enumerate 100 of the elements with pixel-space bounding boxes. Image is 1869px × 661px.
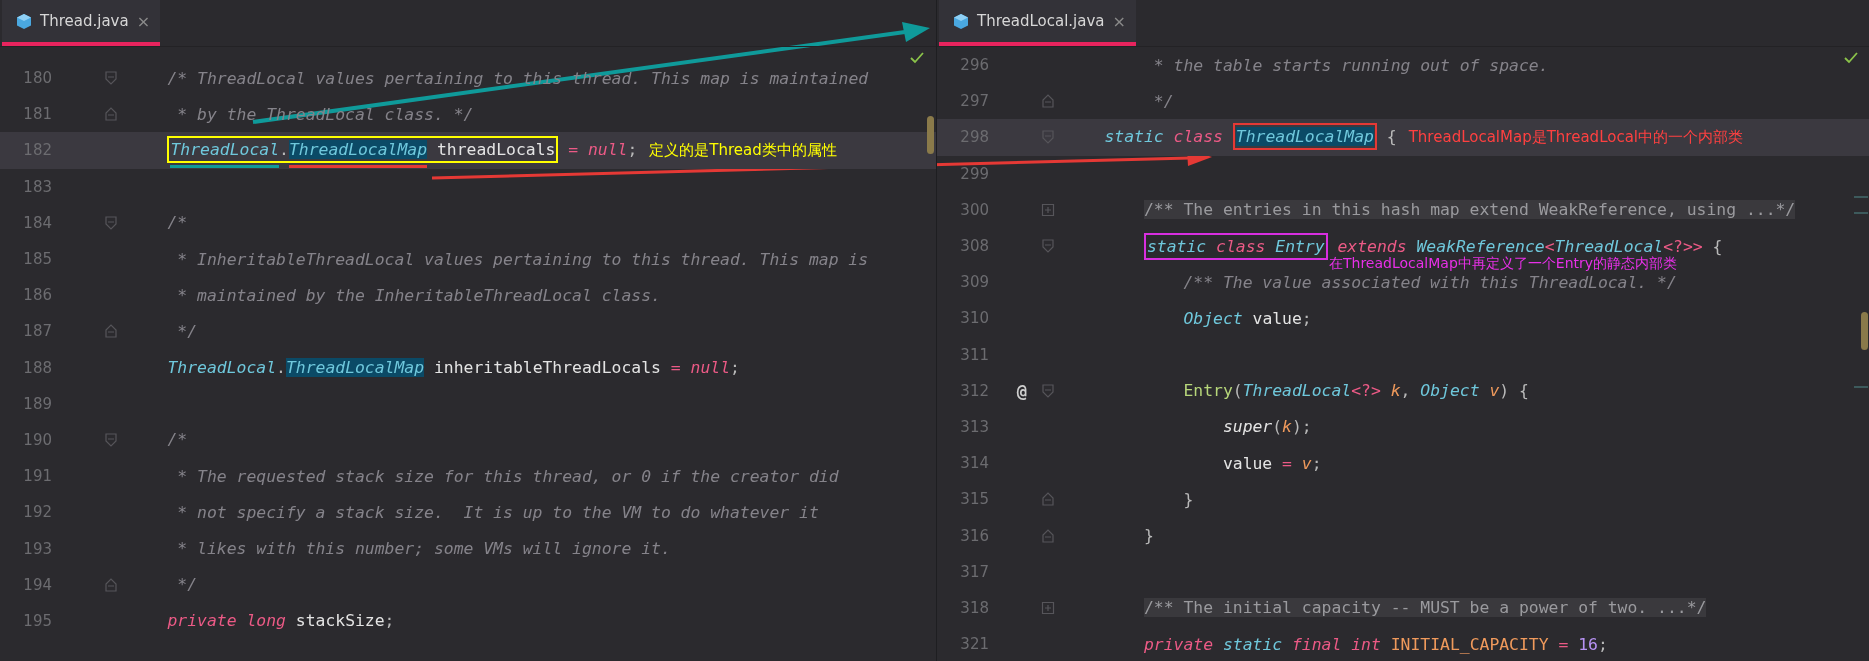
code-token: /** The value associated with this ThreadLocal. */ bbox=[1183, 272, 1677, 292]
code-token: , bbox=[1400, 381, 1412, 401]
override-marker[interactable]: @ bbox=[1016, 380, 1027, 401]
fold-end-icon[interactable] bbox=[104, 577, 118, 592]
code-token: INITIAL_CAPACITY bbox=[1390, 634, 1549, 654]
code-token: static bbox=[1104, 127, 1164, 147]
code-token: 16 bbox=[1578, 634, 1598, 654]
code-token: ThreadLocal bbox=[1554, 236, 1664, 256]
fold-marker-icon[interactable] bbox=[1041, 130, 1055, 145]
code-token: value bbox=[1252, 308, 1302, 328]
line-number: 188 bbox=[22, 358, 52, 377]
code-token: */ bbox=[177, 575, 198, 595]
code-token: ; bbox=[627, 140, 638, 160]
code-token: null bbox=[690, 358, 731, 378]
code-token: WeakReference bbox=[1416, 236, 1545, 256]
line-number: 191 bbox=[22, 467, 52, 486]
fold-marker-icon[interactable] bbox=[104, 215, 118, 230]
code-token: k bbox=[1282, 417, 1292, 437]
code-token: extends bbox=[1337, 236, 1407, 256]
line-number: 190 bbox=[22, 430, 52, 449]
line-number: 318 bbox=[959, 598, 989, 617]
code-token: */ bbox=[177, 321, 198, 341]
code-token: ( bbox=[1272, 417, 1283, 437]
line-number: 313 bbox=[959, 417, 989, 436]
code-token: v bbox=[1301, 453, 1312, 473]
line-number: 316 bbox=[959, 526, 989, 545]
code-token: Entry bbox=[1275, 236, 1325, 256]
expand-icon[interactable] bbox=[1041, 600, 1055, 615]
code-token: <?>> bbox=[1663, 236, 1703, 256]
code-token: <?> bbox=[1351, 381, 1381, 401]
fold-end-icon[interactable] bbox=[1041, 528, 1055, 543]
code-token: * not specify a stack size. It is up to the VM to do whatever it bbox=[177, 502, 819, 522]
code-token: { bbox=[1712, 236, 1723, 256]
code-token: ; bbox=[1311, 453, 1322, 473]
line-number: 189 bbox=[22, 394, 52, 413]
line-number: 180 bbox=[22, 69, 52, 88]
code-token: super bbox=[1222, 417, 1273, 437]
code-token: ThreadLocalMap bbox=[285, 358, 425, 378]
expand-icon[interactable] bbox=[1041, 202, 1055, 217]
line-number: 310 bbox=[959, 309, 989, 328]
code-token: * likes with this number; some VMs will ignore it. bbox=[177, 539, 671, 559]
code-token: = bbox=[1558, 634, 1570, 654]
scrollbar-thumb[interactable] bbox=[927, 116, 934, 154]
editor-tab[interactable]: ThreadLocal.java × bbox=[939, 0, 1136, 46]
annotation-note: ThreadLocalMap是ThreadLocal中的一个内部类 bbox=[1408, 128, 1743, 147]
line-number: 314 bbox=[959, 454, 989, 473]
code-token: k bbox=[1390, 381, 1401, 401]
code-token: static bbox=[1146, 236, 1207, 256]
scrollbar-thumb[interactable] bbox=[1861, 312, 1868, 350]
code-token: = bbox=[670, 358, 682, 378]
code-token: ThreadLocal bbox=[167, 358, 277, 378]
fold-end-icon[interactable] bbox=[1041, 94, 1055, 109]
fold-end-icon[interactable] bbox=[104, 107, 118, 122]
code-token: long bbox=[246, 611, 286, 631]
line-number: 193 bbox=[22, 539, 52, 558]
code-token: Object bbox=[1420, 381, 1480, 401]
line-number: 192 bbox=[22, 503, 52, 522]
annotation-note: 在ThreadLocalMap中再定义了一个Entry的静态内部类 bbox=[1329, 254, 1678, 273]
code-token: ThreadLocalMap bbox=[1235, 127, 1374, 147]
code-token: } bbox=[1183, 489, 1194, 509]
fold-end-icon[interactable] bbox=[1041, 492, 1055, 507]
code-token: = bbox=[568, 140, 580, 160]
code-token: */ bbox=[1153, 91, 1174, 111]
code-token: = bbox=[1282, 453, 1293, 473]
line-number: 185 bbox=[22, 250, 52, 269]
code-token: v bbox=[1489, 381, 1500, 401]
code-token: int bbox=[1351, 634, 1381, 654]
code-token: inheritableThreadLocals bbox=[433, 358, 661, 378]
check-icon bbox=[1844, 52, 1858, 64]
code-token: * maintained by the InheritableThreadLocal class. bbox=[177, 285, 661, 305]
line-number: 296 bbox=[959, 56, 989, 75]
cube-icon bbox=[953, 12, 969, 30]
line-number: 195 bbox=[22, 611, 52, 630]
code-token: ); bbox=[1292, 417, 1312, 437]
code-token: . bbox=[279, 140, 289, 160]
code-token: * InheritableThreadLocal values pertaining to this thread. This map is bbox=[177, 249, 869, 269]
code-token: ; bbox=[730, 358, 740, 378]
line-number: 308 bbox=[959, 237, 989, 256]
fold-marker-icon[interactable] bbox=[1041, 239, 1055, 254]
code-token: * The requested stack size for this thread, or 0 if the creator did bbox=[177, 466, 839, 486]
code-token: ; bbox=[384, 611, 395, 631]
fold-marker-icon[interactable] bbox=[1041, 383, 1055, 398]
folded-comment: /** The entries in this hash map extend WeakReference, using ...*/ bbox=[1143, 200, 1796, 220]
line-number: 187 bbox=[22, 322, 52, 341]
line-number: 321 bbox=[959, 635, 989, 654]
code-token: /* bbox=[167, 213, 188, 233]
code-token: private bbox=[167, 611, 237, 631]
line-number: 311 bbox=[959, 345, 989, 364]
fold-marker-icon[interactable] bbox=[104, 432, 118, 447]
line-number: 317 bbox=[959, 562, 989, 581]
fold-end-icon[interactable] bbox=[104, 324, 118, 339]
code-token: class bbox=[1216, 236, 1266, 256]
error-stripe bbox=[1854, 212, 1868, 214]
code-token: private bbox=[1143, 634, 1214, 654]
code-token: class bbox=[1173, 127, 1223, 147]
editor-tab[interactable]: Thread.java × bbox=[2, 0, 161, 46]
fold-marker-icon[interactable] bbox=[104, 71, 118, 86]
error-stripe bbox=[1854, 386, 1868, 388]
check-icon bbox=[910, 52, 924, 64]
line-number: 312 bbox=[959, 381, 989, 400]
